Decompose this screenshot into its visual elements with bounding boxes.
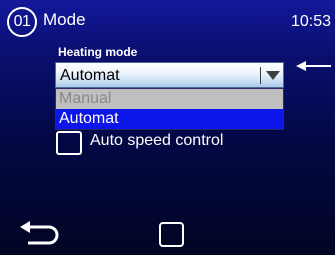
heating-mode-label: Heating mode <box>58 45 138 59</box>
screen-title: Mode <box>43 10 86 29</box>
heating-mode-options: Manual Automat <box>55 88 284 130</box>
option-manual[interactable]: Manual <box>56 89 283 109</box>
select-divider <box>260 67 261 84</box>
home-square-icon[interactable] <box>159 222 184 247</box>
screen-number-badge: 01 <box>7 7 37 37</box>
selected-value: Automat <box>60 67 120 84</box>
back-arrow-icon[interactable] <box>18 218 60 248</box>
clock: 10:53 <box>290 13 331 30</box>
pointer-arrow-icon <box>296 61 331 71</box>
auto-speed-control-checkbox[interactable] <box>56 131 82 155</box>
chevron-down-icon[interactable] <box>266 71 280 80</box>
heating-mode-select[interactable]: Automat <box>55 62 284 88</box>
auto-speed-control-label: Auto speed control <box>90 132 224 149</box>
option-automat[interactable]: Automat <box>56 109 283 129</box>
